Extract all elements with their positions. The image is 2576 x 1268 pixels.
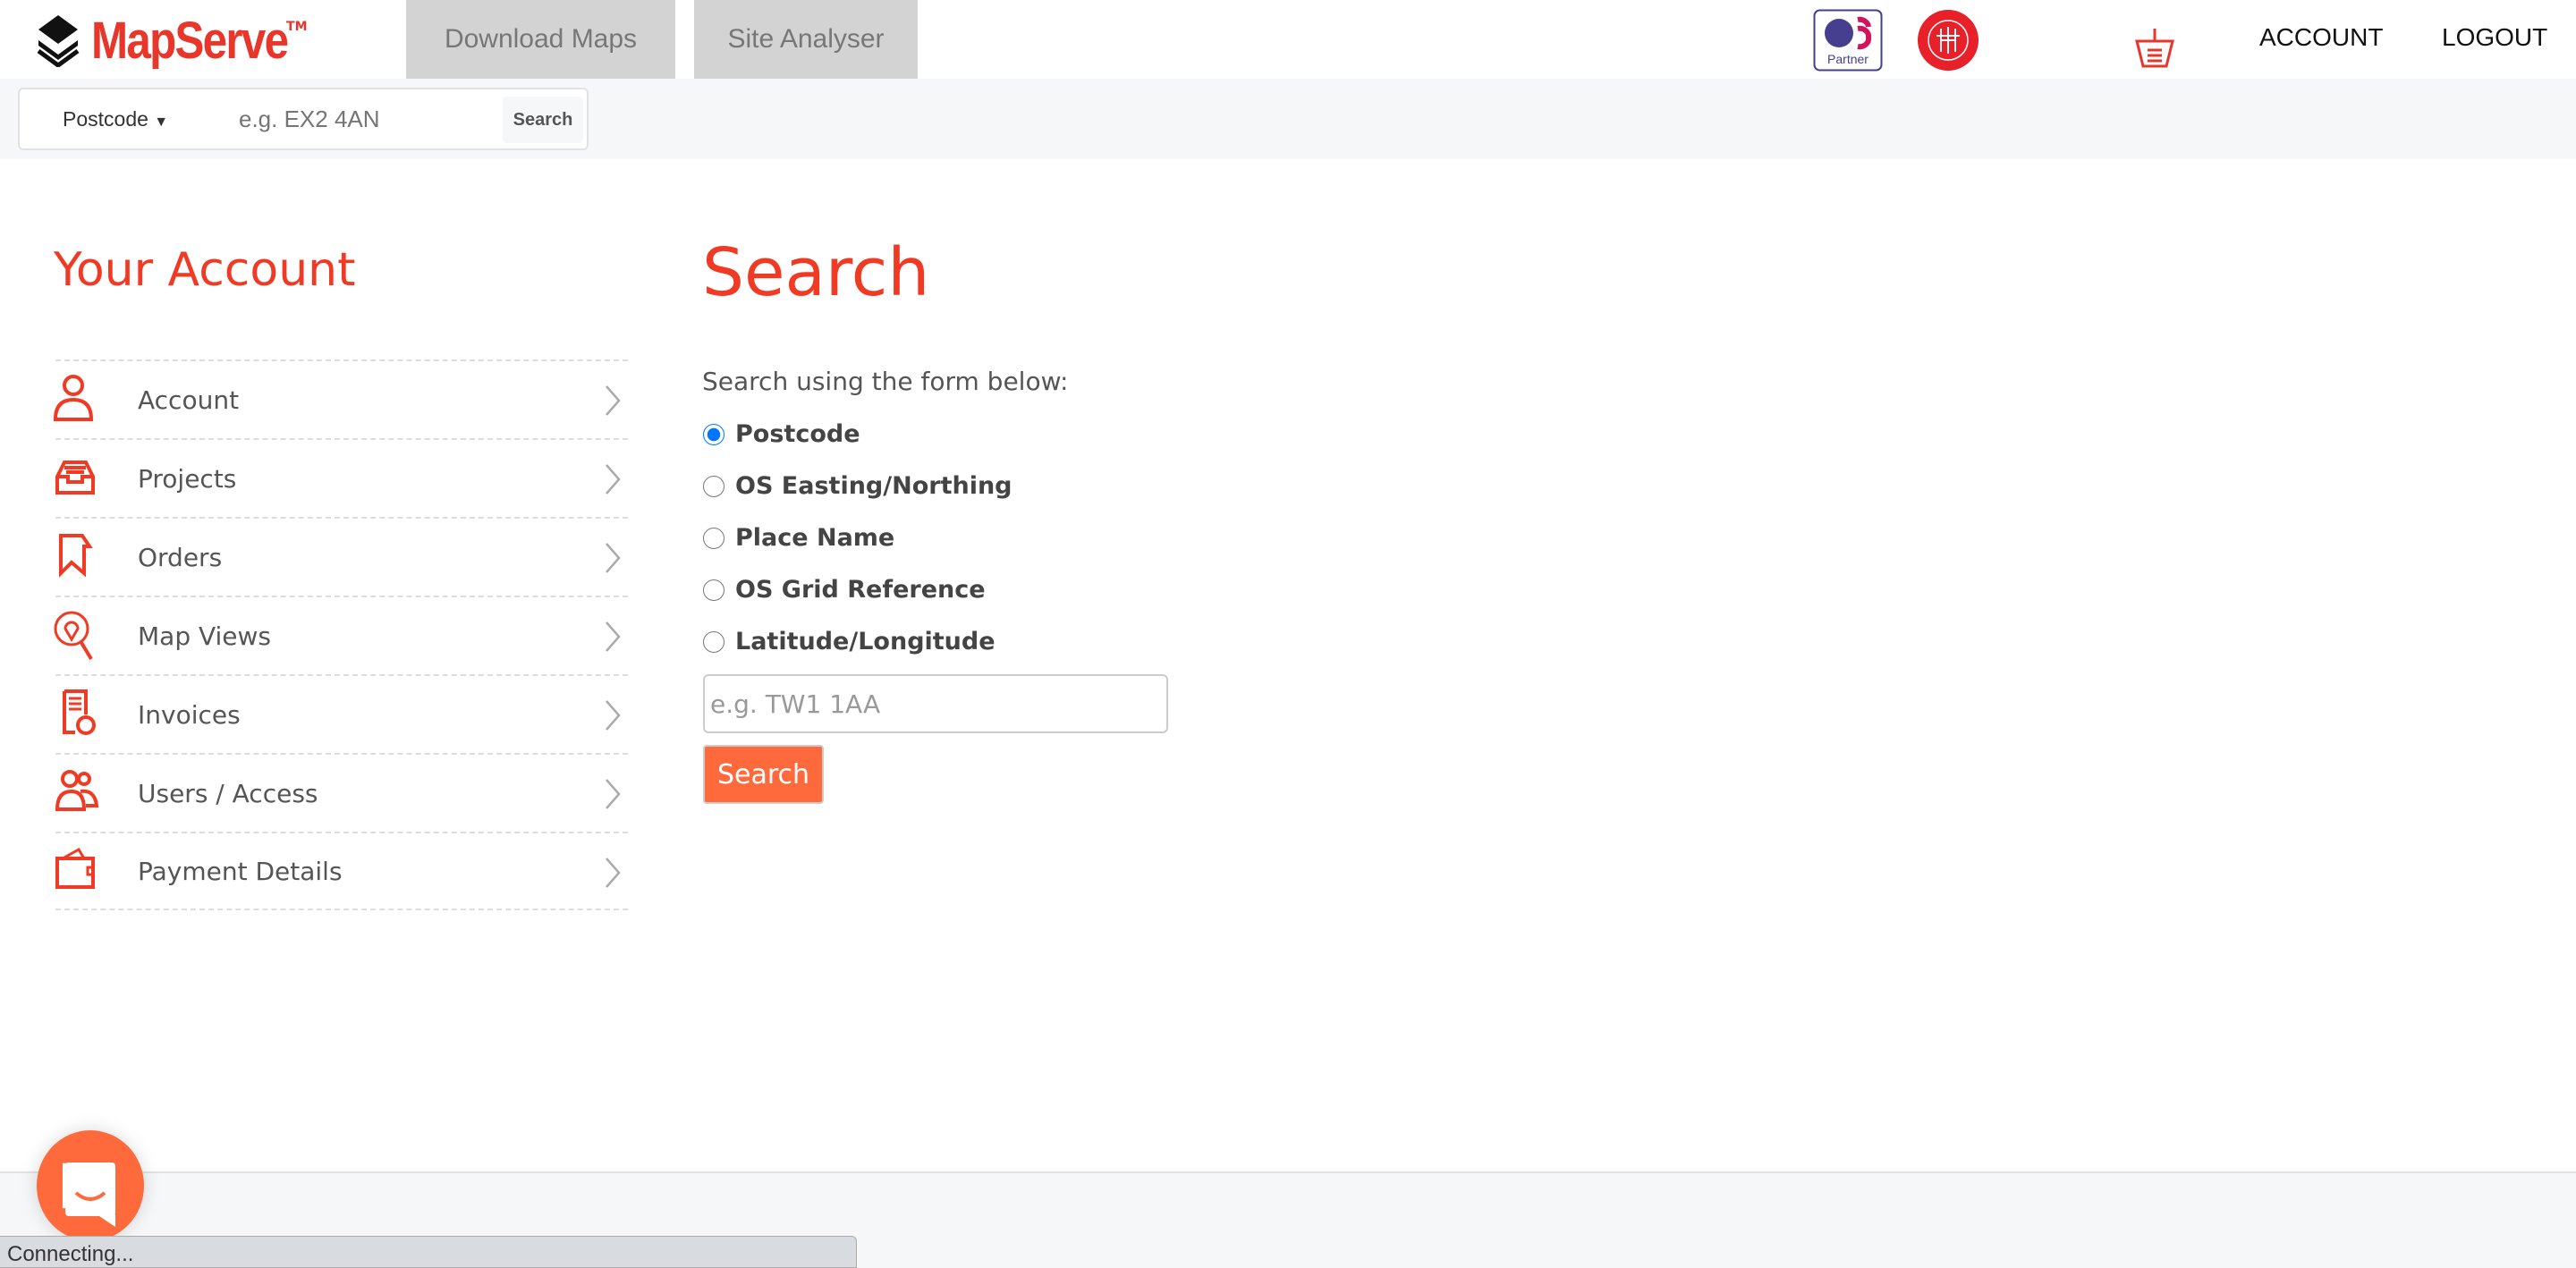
sidebar-item-label: Payment Details xyxy=(138,856,343,886)
radio-label: Latitude/Longitude xyxy=(735,628,996,655)
top-header: MapServe TM Download Maps Site Analyser … xyxy=(0,0,2576,79)
sidebar-item-users-access[interactable]: Users / Access xyxy=(55,753,628,832)
sidebar-item-orders[interactable]: Orders xyxy=(55,517,628,596)
radio-input[interactable] xyxy=(703,475,724,497)
radio-label: Place Name xyxy=(735,524,895,552)
mapserve-logo[interactable]: MapServe TM xyxy=(36,11,308,70)
quick-search-button[interactable]: Search xyxy=(503,97,583,143)
sidebar-item-label: Users / Access xyxy=(138,778,318,808)
caret-down-icon: ▼ xyxy=(154,114,169,130)
sidebar-item-label: Map Views xyxy=(138,621,272,651)
sidebar-item-account[interactable]: Account xyxy=(53,359,628,438)
chevron-right-icon xyxy=(606,543,621,573)
radio-input[interactable] xyxy=(703,579,724,601)
radio-postcode[interactable]: Postcode xyxy=(703,420,860,448)
account-link[interactable]: ACCOUNT xyxy=(2259,23,2383,52)
chevron-right-icon xyxy=(606,621,621,652)
users-icon xyxy=(55,770,99,811)
radio-place-name[interactable]: Place Name xyxy=(703,524,894,552)
search-button[interactable]: Search xyxy=(703,745,824,804)
os-partner-logo[interactable]: Partner xyxy=(1813,9,1883,72)
radio-latitude-longitude[interactable]: Latitude/Longitude xyxy=(703,628,996,655)
chevron-right-icon xyxy=(606,385,621,416)
logout-link[interactable]: LOGOUT xyxy=(2442,23,2547,52)
riba-cpd-logo[interactable] xyxy=(1917,9,1979,72)
quick-search-input[interactable] xyxy=(239,100,507,138)
chevron-right-icon xyxy=(606,858,621,888)
tab-site-analyser[interactable]: Site Analyser xyxy=(694,0,918,79)
trademark: TM xyxy=(286,20,308,34)
tab-download-maps[interactable]: Download Maps xyxy=(406,0,675,79)
user-icon xyxy=(53,375,94,421)
sidebar-item-payment-details[interactable]: Payment Details xyxy=(55,832,628,910)
layers-icon xyxy=(37,15,80,67)
search-type-dropdown[interactable]: Postcode ▼ xyxy=(63,107,168,131)
chevron-right-icon xyxy=(606,700,621,731)
map-pin-search-icon xyxy=(54,611,93,661)
brand-name: MapServe xyxy=(91,11,289,70)
browser-status-bar: Connecting... xyxy=(0,1236,857,1268)
search-intro: Search using the form below: xyxy=(702,367,1069,396)
chevron-right-icon xyxy=(606,464,621,495)
radio-os-easting-northing[interactable]: OS Easting/Northing xyxy=(703,472,1013,500)
radio-os-grid-reference[interactable]: OS Grid Reference xyxy=(703,576,986,604)
invoice-coins-icon xyxy=(63,689,96,735)
basket-icon[interactable] xyxy=(2134,27,2175,68)
quick-search-form: Postcode ▼ Search xyxy=(18,88,589,150)
sidebar-item-projects[interactable]: Projects xyxy=(55,438,628,517)
page-title: Search xyxy=(702,234,930,311)
sidebar-item-invoices[interactable]: Invoices xyxy=(55,674,628,753)
quick-search-bar: Postcode ▼ Search xyxy=(0,79,2576,159)
sidebar-item-map-views[interactable]: Map Views xyxy=(54,596,628,674)
bookmark-icon xyxy=(59,534,93,578)
chat-launcher-button[interactable] xyxy=(37,1130,144,1241)
postcode-input[interactable] xyxy=(703,674,1168,733)
sidebar-item-label: Projects xyxy=(138,463,237,494)
search-type-value: Postcode xyxy=(63,107,148,131)
svg-text:Partner: Partner xyxy=(1827,52,1868,66)
sidebar-item-label: Account xyxy=(138,385,240,415)
radio-label: Postcode xyxy=(735,420,860,448)
radio-input[interactable] xyxy=(703,527,724,549)
sidebar-item-label: Invoices xyxy=(138,699,241,730)
radio-input[interactable] xyxy=(703,630,724,653)
wallet-icon xyxy=(55,847,95,889)
account-menu: Account Projects Orders Map Views Invoic… xyxy=(53,359,628,910)
sidebar-title: Your Account xyxy=(54,243,356,297)
radio-input[interactable] xyxy=(703,423,724,445)
sidebar-item-label: Orders xyxy=(138,542,223,572)
chevron-right-icon xyxy=(606,779,621,809)
inbox-tray-icon xyxy=(55,461,95,495)
radio-label: OS Easting/Northing xyxy=(735,472,1013,500)
radio-label: OS Grid Reference xyxy=(735,576,986,604)
chat-bubble-icon xyxy=(62,1162,115,1227)
